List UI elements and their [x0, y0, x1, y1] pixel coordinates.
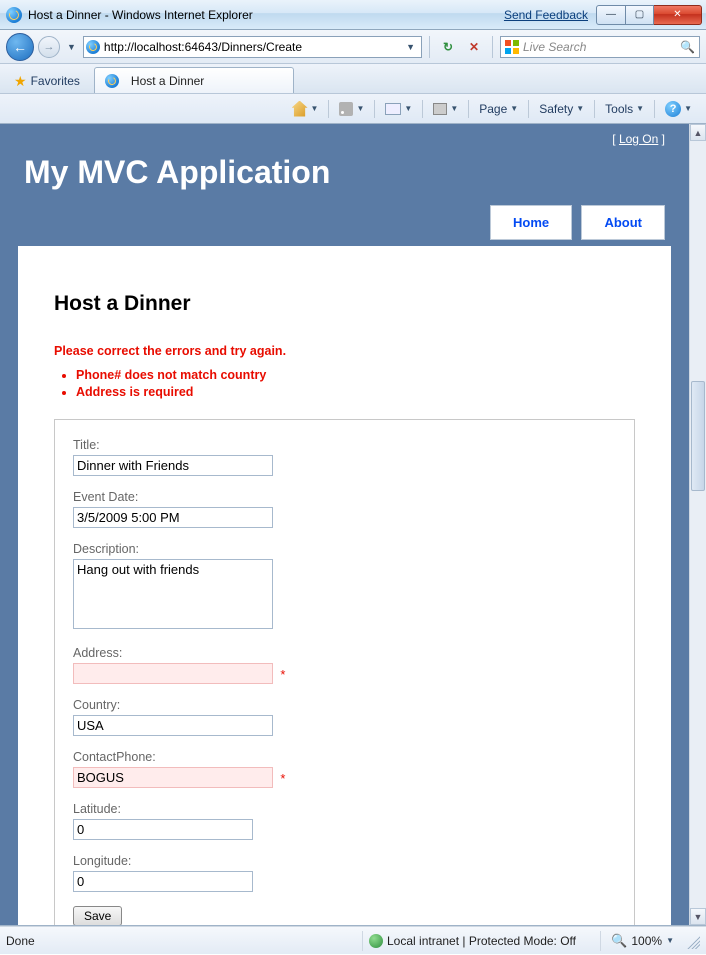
- address-dropdown[interactable]: ▼: [402, 42, 419, 52]
- description-label: Description:: [73, 542, 616, 556]
- longitude-input[interactable]: [73, 871, 253, 892]
- app-title: My MVC Application: [24, 154, 671, 191]
- chevron-down-icon: ▼: [666, 936, 674, 945]
- send-feedback-link[interactable]: Send Feedback: [504, 8, 588, 22]
- scroll-thumb[interactable]: [691, 381, 705, 491]
- browser-tab[interactable]: Host a Dinner: [94, 67, 294, 93]
- tab-page-icon: [105, 74, 119, 88]
- dinner-form: Title: Event Date: Description: Hang out…: [54, 419, 635, 925]
- validation-summary-text: Please correct the errors and try again.: [54, 344, 635, 358]
- resize-grip[interactable]: [684, 933, 700, 949]
- save-button[interactable]: Save: [73, 906, 122, 925]
- eventdate-label: Event Date:: [73, 490, 616, 504]
- mail-icon: [385, 103, 401, 115]
- longitude-label: Longitude:: [73, 854, 616, 868]
- contactphone-error-indicator: *: [280, 771, 285, 786]
- status-text: Done: [6, 934, 356, 948]
- help-icon: ?: [665, 101, 681, 117]
- star-icon: ★: [14, 73, 27, 90]
- page-heading: Host a Dinner: [54, 292, 635, 316]
- validation-error-item: Phone# does not match country: [76, 368, 635, 382]
- cmd-safety-label: Safety: [539, 102, 573, 116]
- command-bar: ▼ ▼ ▼ ▼ Page▼ Safety▼ Tools▼ ?▼: [0, 94, 706, 124]
- validation-error-item: Address is required: [76, 385, 635, 399]
- refresh-icon: ↻: [443, 40, 453, 54]
- cmd-tools-menu[interactable]: Tools▼: [599, 98, 650, 120]
- zone-text: Local intranet | Protected Mode: Off: [387, 934, 576, 948]
- cmd-print-button[interactable]: ▼: [427, 98, 464, 120]
- window-maximize-button[interactable]: ▢: [626, 5, 654, 25]
- arrow-right-icon: →: [44, 41, 55, 53]
- cmd-rss-button[interactable]: ▼: [333, 98, 370, 120]
- window-titlebar: Host a Dinner - Windows Internet Explore…: [0, 0, 706, 30]
- address-bar[interactable]: http://localhost:64643/Dinners/Create ▼: [83, 36, 422, 58]
- address-url: http://localhost:64643/Dinners/Create: [104, 40, 402, 54]
- print-icon: [433, 103, 447, 115]
- eventdate-input[interactable]: [73, 507, 273, 528]
- refresh-button[interactable]: ↻: [437, 36, 459, 58]
- window-close-button[interactable]: ✕: [654, 5, 702, 25]
- contactphone-label: ContactPhone:: [73, 750, 616, 764]
- cmd-help-button[interactable]: ?▼: [659, 98, 698, 120]
- menu-about[interactable]: About: [581, 205, 665, 240]
- vertical-scrollbar[interactable]: ▲ ▼: [689, 124, 706, 925]
- description-input[interactable]: Hang out with friends: [73, 559, 273, 629]
- main-menu: Home About: [18, 205, 671, 240]
- country-label: Country:: [73, 698, 616, 712]
- status-bar: Done Local intranet | Protected Mode: Of…: [0, 926, 706, 954]
- status-zone[interactable]: Local intranet | Protected Mode: Off: [369, 934, 594, 948]
- rss-icon: [339, 102, 353, 116]
- zoom-value: 100%: [631, 934, 662, 948]
- search-box[interactable]: Live Search 🔍: [500, 36, 700, 58]
- latitude-input[interactable]: [73, 819, 253, 840]
- menu-home[interactable]: Home: [490, 205, 572, 240]
- live-search-icon: [505, 40, 519, 54]
- title-label: Title:: [73, 438, 616, 452]
- address-error-indicator: *: [280, 667, 285, 682]
- scroll-track[interactable]: [690, 141, 706, 908]
- zoom-control[interactable]: 🔍 100% ▼: [607, 933, 678, 949]
- magnifier-icon: 🔍: [611, 933, 627, 949]
- cmd-tools-label: Tools: [605, 102, 633, 116]
- page-document: [ Log On ] My MVC Application Home About…: [0, 124, 689, 925]
- page-icon: [86, 40, 100, 54]
- logon-area: [ Log On ]: [18, 124, 671, 150]
- scroll-down-button[interactable]: ▼: [690, 908, 706, 925]
- cmd-page-menu[interactable]: Page▼: [473, 98, 524, 120]
- favorites-label: Favorites: [31, 74, 80, 88]
- nav-history-dropdown[interactable]: ▼: [64, 42, 79, 52]
- stop-icon: ✕: [469, 40, 479, 54]
- address-input[interactable]: [73, 663, 273, 684]
- ie-icon: [6, 7, 22, 23]
- search-icon[interactable]: 🔍: [680, 40, 695, 54]
- browser-viewport: [ Log On ] My MVC Application Home About…: [0, 124, 706, 926]
- zone-icon: [369, 934, 383, 948]
- address-label: Address:: [73, 646, 616, 660]
- nav-back-button[interactable]: ←: [6, 33, 34, 61]
- nav-forward-button[interactable]: →: [38, 36, 60, 58]
- logon-link[interactable]: Log On: [619, 132, 658, 146]
- stop-button[interactable]: ✕: [463, 36, 485, 58]
- latitude-label: Latitude:: [73, 802, 616, 816]
- tab-row: ★ Favorites Host a Dinner: [0, 64, 706, 94]
- search-placeholder: Live Search: [523, 40, 586, 54]
- cmd-safety-menu[interactable]: Safety▼: [533, 98, 590, 120]
- home-icon: [292, 101, 308, 117]
- window-minimize-button[interactable]: —: [596, 5, 626, 25]
- favorites-button[interactable]: ★ Favorites: [6, 69, 88, 93]
- cmd-home-button[interactable]: ▼: [286, 98, 325, 120]
- cmd-page-label: Page: [479, 102, 507, 116]
- validation-error-list: Phone# does not match country Address is…: [76, 368, 635, 399]
- cmd-mail-button[interactable]: ▼: [379, 98, 418, 120]
- window-title: Host a Dinner - Windows Internet Explore…: [28, 8, 253, 22]
- scroll-up-button[interactable]: ▲: [690, 124, 706, 141]
- contactphone-input[interactable]: [73, 767, 273, 788]
- tab-title: Host a Dinner: [131, 74, 204, 88]
- content-panel: Host a Dinner Please correct the errors …: [18, 246, 671, 925]
- arrow-left-icon: ←: [13, 39, 27, 55]
- browser-navbar: ← → ▼ http://localhost:64643/Dinners/Cre…: [0, 30, 706, 64]
- validation-summary: Please correct the errors and try again.…: [54, 344, 635, 399]
- title-input[interactable]: [73, 455, 273, 476]
- country-input[interactable]: [73, 715, 273, 736]
